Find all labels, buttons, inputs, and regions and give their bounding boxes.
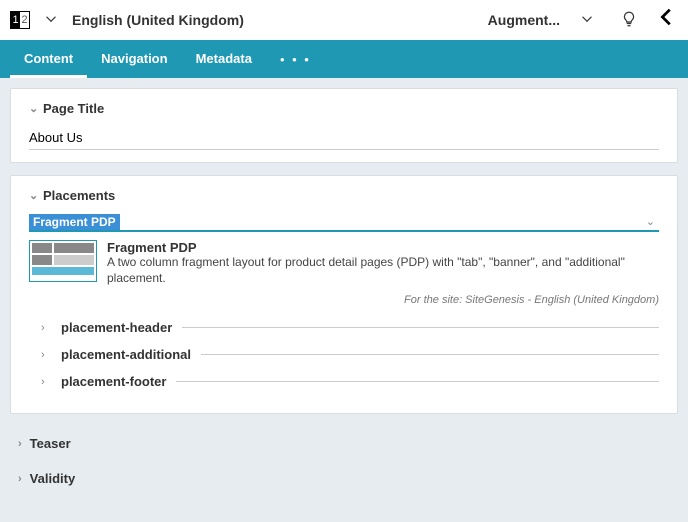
validity-heading: Validity xyxy=(30,471,76,486)
chevron-right-icon: › xyxy=(18,438,22,450)
language-label: English (United Kingdom) xyxy=(72,12,244,28)
chevron-down-icon: ⌄ xyxy=(29,102,43,115)
fragment-description: A two column fragment layout for product… xyxy=(107,255,659,286)
fragment-title: Fragment PDP xyxy=(107,240,659,255)
placement-name: placement-additional xyxy=(61,347,191,362)
placements-header[interactable]: ⌄ Placements xyxy=(29,188,659,203)
back-chevron-icon[interactable] xyxy=(656,6,678,34)
augment-menu-label[interactable]: Augment... xyxy=(488,12,560,28)
chevron-down-icon: ⌄ xyxy=(642,213,659,230)
teaser-section[interactable]: › Teaser xyxy=(10,426,678,461)
page-title-input[interactable] xyxy=(29,126,659,150)
tab-bar: Content Navigation Metadata • • • xyxy=(0,40,688,78)
placements-heading: Placements xyxy=(43,188,115,203)
chevron-down-icon[interactable] xyxy=(42,10,60,31)
mode-2: 2 xyxy=(20,12,29,28)
mode-1: 1 xyxy=(11,12,20,28)
placement-name: placement-footer xyxy=(61,374,166,389)
placement-item[interactable]: › placement-additional xyxy=(41,347,659,362)
divider xyxy=(182,327,659,328)
chevron-right-icon: › xyxy=(41,322,51,334)
validity-section[interactable]: › Validity xyxy=(10,461,678,496)
chevron-right-icon: › xyxy=(41,376,51,388)
placements-panel: ⌄ Placements Fragment PDP ⌄ Fragment PDP… xyxy=(10,175,678,414)
tab-more[interactable]: • • • xyxy=(266,52,325,67)
page-title-heading: Page Title xyxy=(43,101,104,116)
chevron-right-icon: › xyxy=(41,349,51,361)
placement-item[interactable]: › placement-footer xyxy=(41,374,659,389)
teaser-heading: Teaser xyxy=(30,436,71,451)
tab-content[interactable]: Content xyxy=(10,40,87,78)
placement-name: placement-header xyxy=(61,320,172,335)
view-mode-toggle[interactable]: 1 2 xyxy=(10,11,30,29)
chevron-down-icon[interactable] xyxy=(578,10,596,31)
chevron-right-icon: › xyxy=(18,473,22,485)
fragment-selected-label: Fragment PDP xyxy=(29,214,120,230)
bulb-icon[interactable] xyxy=(620,10,638,31)
fragment-thumbnail xyxy=(29,240,97,282)
divider xyxy=(201,354,659,355)
placement-item[interactable]: › placement-header xyxy=(41,320,659,335)
fragment-site-note: For the site: SiteGenesis - English (Uni… xyxy=(29,294,659,306)
fragment-select[interactable]: Fragment PDP ⌄ xyxy=(29,213,659,232)
tab-navigation[interactable]: Navigation xyxy=(87,40,181,78)
divider xyxy=(176,381,659,382)
chevron-down-icon: ⌄ xyxy=(29,189,43,202)
page-title-panel: ⌄ Page Title xyxy=(10,88,678,163)
tab-metadata[interactable]: Metadata xyxy=(182,40,266,78)
page-title-header[interactable]: ⌄ Page Title xyxy=(29,101,659,116)
